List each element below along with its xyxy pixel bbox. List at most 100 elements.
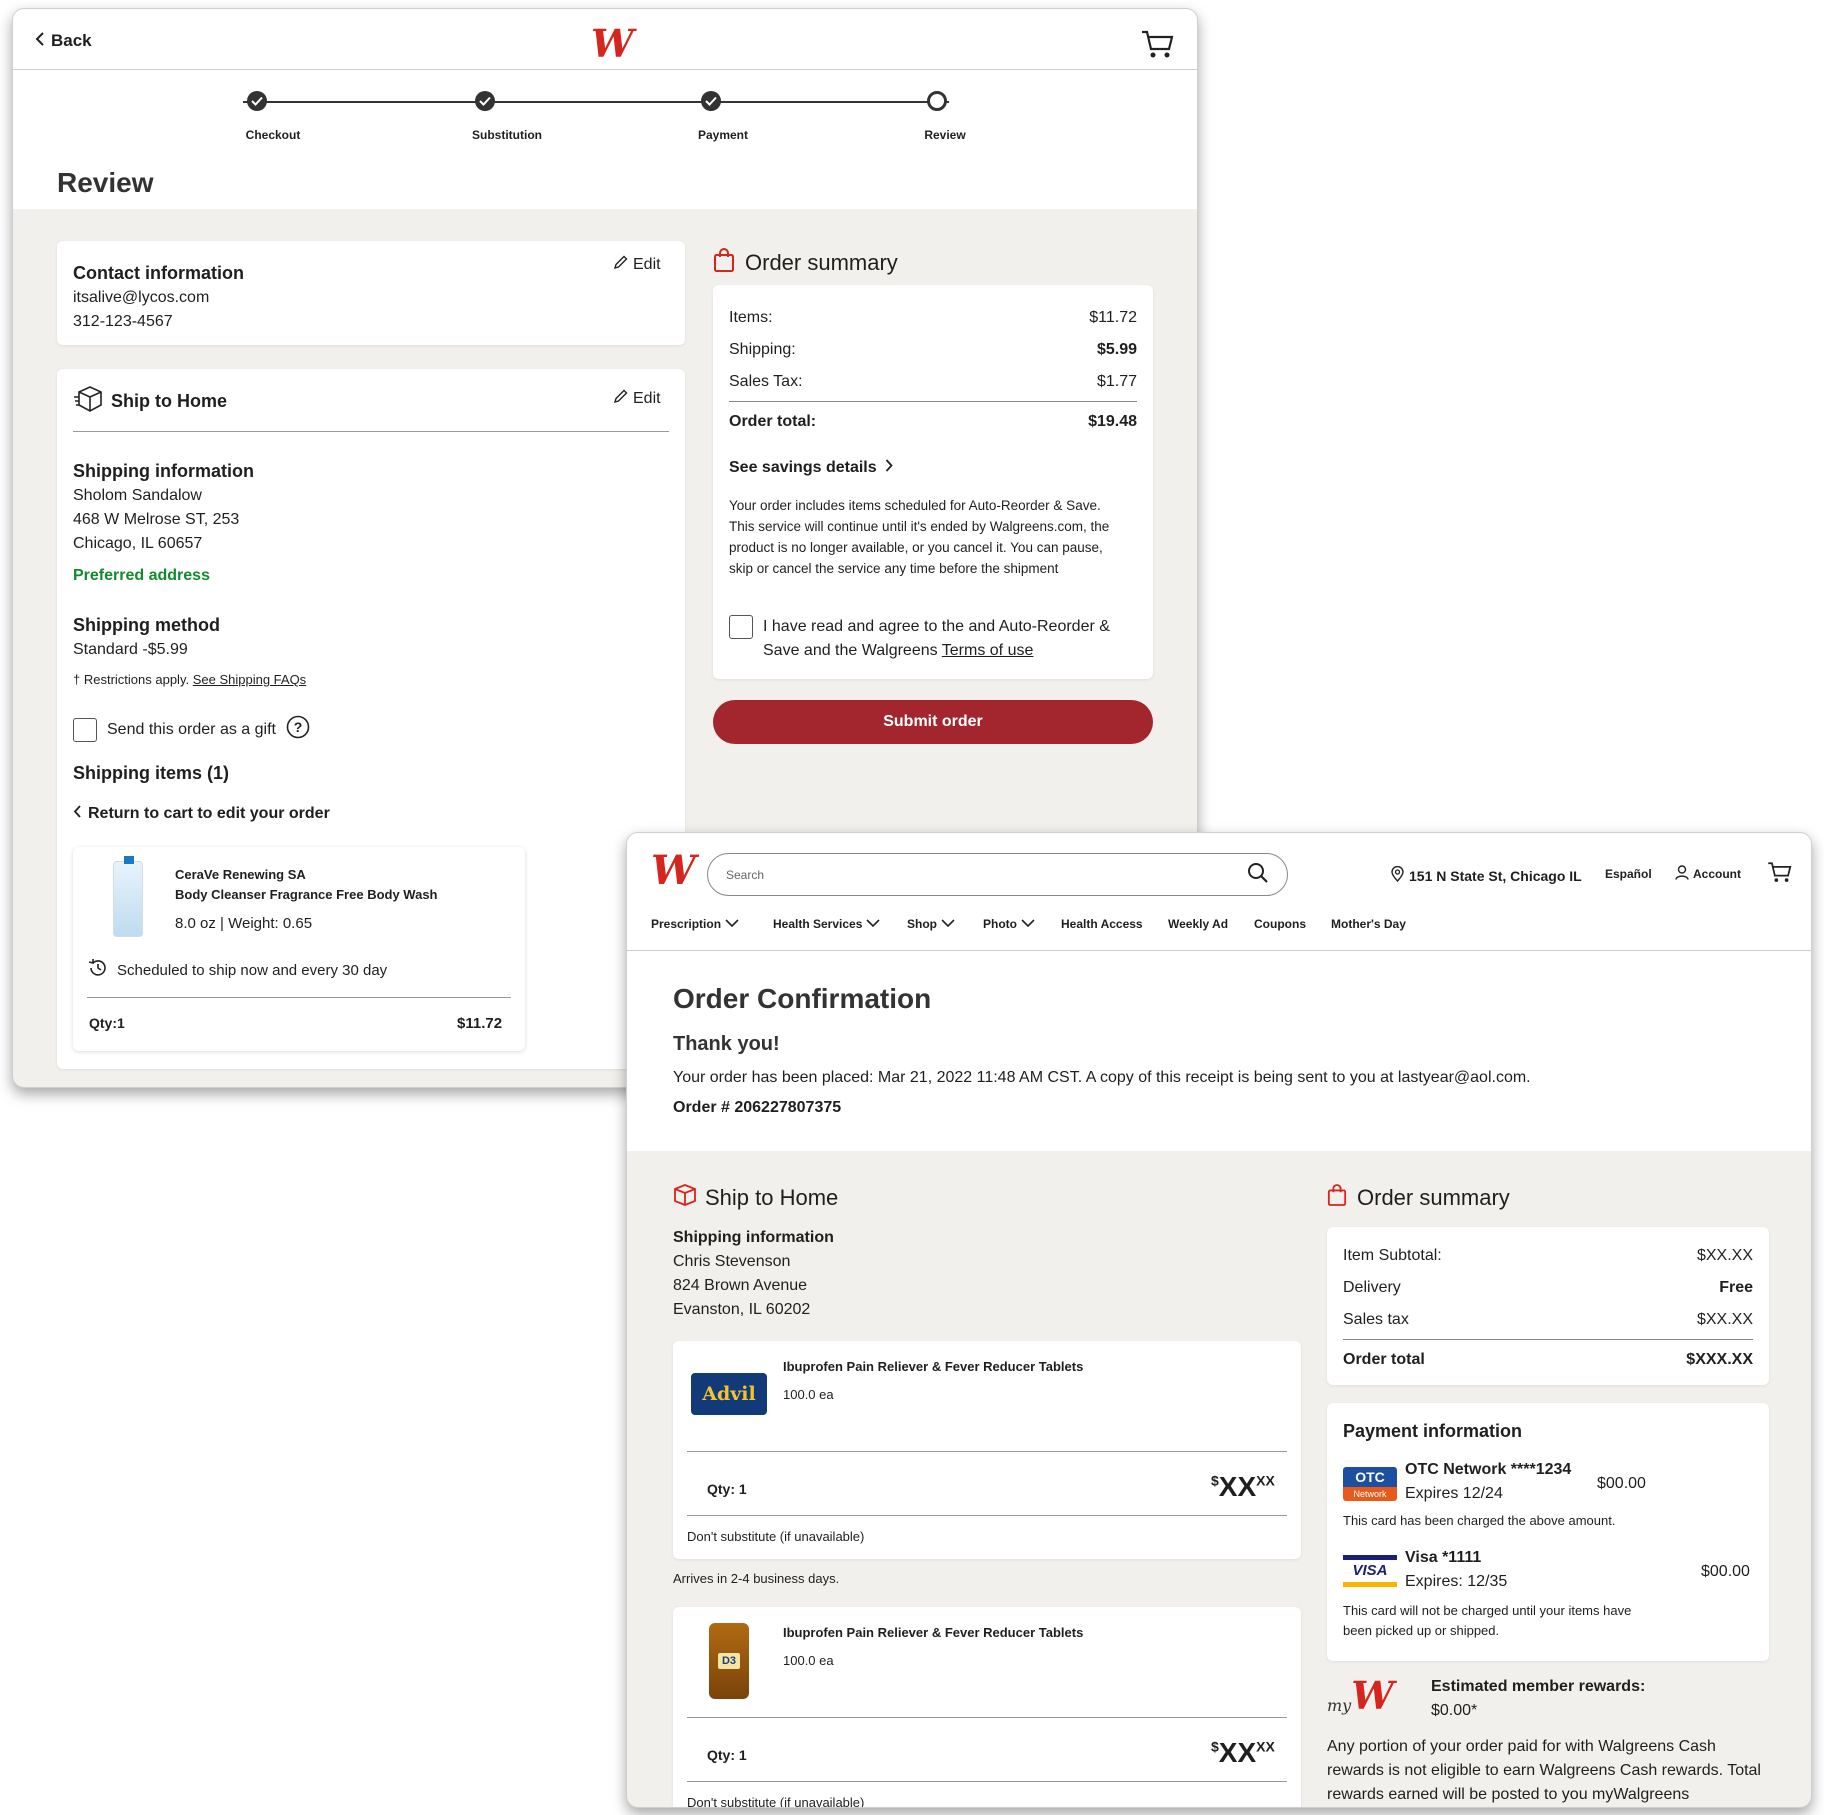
preferred-address-label: Preferred address [73, 567, 210, 584]
edit-label: Edit [633, 390, 661, 407]
summary-row-tax: Sales tax $XX.XX [1343, 1311, 1753, 1329]
terms-of-use-link[interactable]: Terms of use [942, 642, 1034, 659]
ship-heading: Ship to Home [111, 391, 227, 411]
item-name: Body Cleanser Fragrance Free Body Wash [175, 887, 438, 902]
item-price: $11.72 [457, 1015, 503, 1032]
store-location[interactable]: 151 N State St, Chicago IL [1391, 865, 1582, 885]
box-icon [673, 1183, 697, 1212]
chevron-down-icon [725, 917, 739, 931]
agree-checkbox[interactable] [729, 615, 753, 639]
shipping-method-heading: Shipping method [73, 615, 220, 635]
svg-text:?: ? [294, 719, 303, 735]
walgreens-logo[interactable]: W [591, 21, 634, 66]
nav-health-access[interactable]: Health Access [1061, 917, 1143, 931]
chevron-down-icon [941, 917, 955, 931]
otc-bottom: Network [1343, 1487, 1397, 1501]
item-brand: CeraVe Renewing SA [175, 867, 306, 882]
gift-row: Send this order as a gift ? [73, 715, 310, 744]
summary-heading-row: Order summary [713, 247, 898, 278]
cart-icon[interactable] [1767, 861, 1793, 888]
nav-shop[interactable]: Shop [907, 917, 955, 931]
nav-mothers-day[interactable]: Mother's Day [1331, 917, 1406, 931]
chevron-left-icon [35, 31, 45, 51]
ship-heading: Ship to Home [705, 1184, 839, 1210]
search-icon[interactable] [1247, 862, 1269, 887]
price-dollars: XX [1218, 1471, 1257, 1502]
row-label: Shipping: [729, 341, 796, 358]
nav-photo[interactable]: Photo [983, 917, 1035, 931]
gift-checkbox[interactable] [73, 717, 97, 742]
contact-heading: Contact information [73, 263, 244, 283]
otc-card-exp: Expires 12/24 [1405, 1485, 1503, 1502]
savings-link-label: See savings details [729, 459, 877, 476]
arrival-note: Arrives in 2-4 business days. [673, 1571, 840, 1586]
row-value: $XX.XX [1696, 1247, 1753, 1264]
chevron-left-icon [73, 805, 82, 823]
nav-prescription[interactable]: Prescription [651, 917, 739, 931]
otc-card-logo: OTC Network [1343, 1467, 1397, 1501]
logo-mark: W [1351, 1673, 1394, 1718]
item-qty: Qty: 1 [707, 1481, 747, 1497]
ship-item-card: CeraVe Renewing SA Body Cleanser Fragran… [73, 847, 525, 1051]
item-name: Ibuprofen Pain Reliever & Fever Reducer … [783, 1625, 1084, 1640]
back-button[interactable]: Back [35, 31, 92, 51]
vitamin-d3-product-image: D3 [709, 1623, 749, 1699]
total-value: $XXX.XX [1686, 1351, 1753, 1368]
summary-row-total: Order total: $19.48 [729, 413, 1137, 431]
divider [687, 1451, 1287, 1452]
account-link[interactable]: Account [1675, 865, 1741, 883]
walgreens-logo[interactable]: W [651, 847, 696, 894]
contact-email: itsalive@lycos.com [73, 289, 210, 306]
shipping-faq-link[interactable]: See Shipping FAQs [193, 672, 306, 687]
nav-label: Photo [983, 917, 1017, 931]
nav-label: Shop [907, 917, 937, 931]
ship-city: Evanston, IL 60202 [673, 1301, 811, 1318]
agree-text: I have read and agree to the and Auto-Re… [763, 615, 1143, 663]
total-label: Order total [1343, 1351, 1425, 1368]
contact-edit-button[interactable]: Edit [613, 255, 661, 275]
item-price: $XXXX [1211, 1737, 1275, 1769]
schedule-text: Scheduled to ship now and every 30 day [117, 961, 388, 979]
divider [1343, 1339, 1753, 1340]
submit-order-button[interactable]: Submit order [713, 700, 1153, 744]
search-input[interactable]: Search [707, 853, 1288, 896]
nav-weekly-ad[interactable]: Weekly Ad [1168, 917, 1228, 931]
row-label: Item Subtotal: [1343, 1247, 1442, 1264]
pencil-icon [613, 255, 628, 275]
item-name: Ibuprofen Pain Reliever & Fever Reducer … [783, 1359, 1084, 1374]
item-size: 100.0 ea [783, 1653, 834, 1668]
ship-city: Chicago, IL 60657 [73, 535, 203, 552]
summary-heading: Order summary [1357, 1184, 1510, 1210]
row-label: Items: [729, 309, 773, 326]
return-link-label: Return to cart to edit your order [88, 805, 330, 822]
user-icon [1675, 865, 1689, 883]
nav-label: Prescription [651, 917, 722, 931]
nav-health-services[interactable]: Health Services [773, 917, 880, 931]
visa-card-exp: Expires: 12/35 [1405, 1573, 1508, 1590]
otc-top: OTC [1343, 1467, 1397, 1487]
chevron-right-icon [885, 459, 893, 477]
item-qty: Qty:1 [89, 1015, 125, 1031]
summary-row-subtotal: Item Subtotal: $XX.XX [1343, 1247, 1753, 1265]
step-payment-label: Payment [697, 128, 749, 142]
box-icon [73, 385, 103, 418]
language-link[interactable]: Español [1605, 867, 1652, 881]
agree-label: I have read and agree to the and Auto-Re… [763, 618, 1110, 659]
payment-heading: Payment information [1343, 1421, 1523, 1441]
rewards-heading: Estimated member rewards: [1431, 1678, 1646, 1695]
return-to-cart-link[interactable]: Return to cart to edit your order [73, 805, 330, 823]
cart-icon[interactable] [1141, 29, 1175, 64]
row-label: Sales Tax: [729, 373, 803, 390]
order-placed-text: Your order has been placed: Mar 21, 2022… [673, 1069, 1531, 1086]
nav-coupons[interactable]: Coupons [1254, 917, 1306, 931]
ship-street: 824 Brown Avenue [673, 1277, 808, 1294]
shipping-info-heading: Shipping information [73, 461, 254, 481]
header-divider [13, 69, 1197, 70]
chevron-down-icon [866, 917, 880, 931]
see-savings-link[interactable]: See savings details [729, 459, 893, 477]
help-icon[interactable]: ? [286, 715, 310, 744]
row-value: $11.72 [1089, 309, 1137, 326]
ship-edit-button[interactable]: Edit [613, 389, 661, 409]
substitution-note: Don't substitute (if unavailable) [687, 1795, 865, 1808]
payment-card: Payment information OTC Network OTC Netw… [1327, 1403, 1769, 1661]
